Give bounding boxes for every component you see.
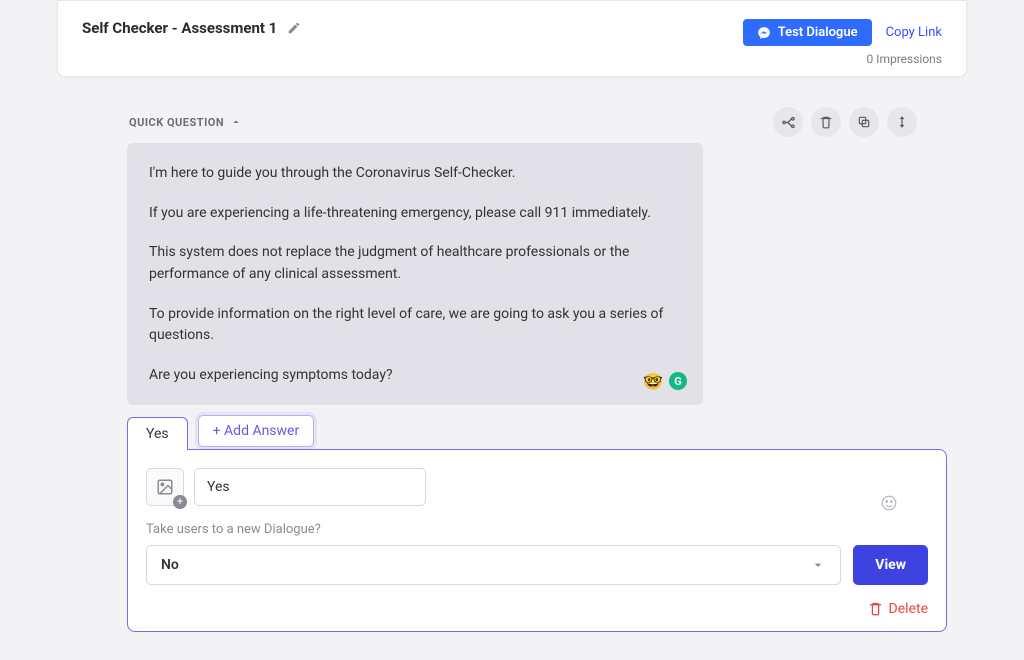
select-row: No View <box>146 545 928 585</box>
grammarly-icon[interactable]: G <box>669 372 687 390</box>
question-p1: I'm here to guide you through the Corona… <box>149 163 681 185</box>
trash-icon <box>868 601 883 616</box>
section-label: QUICK QUESTION <box>129 116 224 129</box>
add-image-button[interactable]: + <box>146 468 184 506</box>
delete-label: Delete <box>889 601 928 617</box>
corner-badges: 🤓 G <box>643 372 687 391</box>
messenger-icon <box>757 26 771 40</box>
question-p5: Are you experiencing symptoms today? <box>149 365 681 387</box>
answer-panel: + Take users to a new Dialogue? No <box>127 449 947 632</box>
answer-text-input[interactable] <box>194 468 426 506</box>
answers-section: Yes + Add Answer + Take users to a new D… <box>127 415 947 632</box>
copy-icon[interactable] <box>849 107 879 137</box>
question-p3: This system does not replace the judgmen… <box>149 242 681 285</box>
chevron-up-icon <box>230 116 242 128</box>
header-actions: Test Dialogue Copy Link <box>743 19 942 46</box>
tabs-row: Yes + Add Answer <box>127 415 947 449</box>
action-icons <box>773 107 917 137</box>
content-area: QUICK QUESTION I'm here to guide you thr… <box>57 107 967 632</box>
trash-icon[interactable] <box>811 107 841 137</box>
dialogue-select[interactable]: No <box>146 545 841 585</box>
flow-icon[interactable] <box>773 107 803 137</box>
nerd-emoji-icon[interactable]: 🤓 <box>643 372 663 391</box>
answer-input-wrap <box>194 468 928 506</box>
tab-yes[interactable]: Yes <box>127 417 188 450</box>
delete-row: Delete <box>146 601 928 617</box>
reorder-icon[interactable] <box>887 107 917 137</box>
page-title: Self Checker - Assessment 1 <box>82 19 277 37</box>
section-header: QUICK QUESTION <box>57 107 967 143</box>
emoji-picker-icon[interactable] <box>880 494 898 512</box>
chevron-down-icon <box>810 557 826 573</box>
delete-button[interactable]: Delete <box>868 601 928 617</box>
question-box[interactable]: I'm here to guide you through the Corona… <box>127 143 703 405</box>
question-p2: If you are experiencing a life-threateni… <box>149 203 681 225</box>
dialogue-select-value: No <box>161 557 179 573</box>
question-text: I'm here to guide you through the Corona… <box>149 163 681 387</box>
test-dialogue-button[interactable]: Test Dialogue <box>743 19 872 46</box>
answer-input-row: + <box>146 468 928 506</box>
copy-link-button[interactable]: Copy Link <box>886 25 942 40</box>
test-dialogue-label: Test Dialogue <box>778 25 858 40</box>
redirect-prompt: Take users to a new Dialogue? <box>146 522 928 537</box>
title-row: Self Checker - Assessment 1 <box>82 19 301 37</box>
question-p4: To provide information on the right leve… <box>149 304 681 347</box>
add-answer-button[interactable]: + Add Answer <box>198 415 315 447</box>
header-card: Self Checker - Assessment 1 Test Dialogu… <box>57 0 967 77</box>
view-button[interactable]: View <box>853 545 928 585</box>
quick-question-toggle[interactable]: QUICK QUESTION <box>129 116 242 129</box>
header-right: Test Dialogue Copy Link 0 Impressions <box>743 19 942 66</box>
pencil-icon[interactable] <box>287 21 301 35</box>
plus-badge-icon: + <box>173 495 187 509</box>
impressions-count: 0 Impressions <box>866 52 942 66</box>
